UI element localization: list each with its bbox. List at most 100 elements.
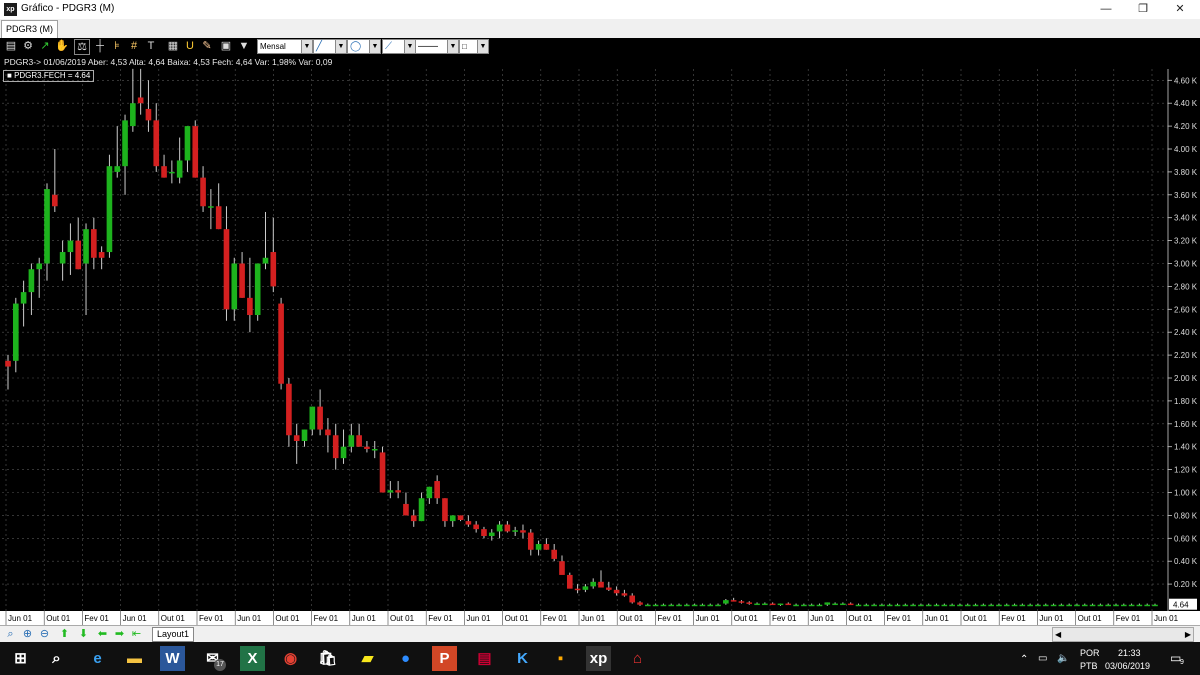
windows-start-icon[interactable]: ⊞ <box>8 646 33 671</box>
magnet-icon[interactable]: U <box>183 39 197 53</box>
scroll-right-icon[interactable]: ▶ <box>1185 628 1191 641</box>
x-tick-label: Jun 01 <box>237 614 262 623</box>
x-tick-label: Out 01 <box>161 614 186 623</box>
candle-body <box>918 604 924 607</box>
fan-tool-select[interactable]: ⟋ ▼ <box>382 39 416 54</box>
word-icon[interactable]: W <box>160 646 185 671</box>
file-explorer-icon[interactable]: ▬ <box>122 646 147 671</box>
filter-icon[interactable]: ▼ <box>237 39 251 53</box>
eraser-icon[interactable]: ✎ <box>200 39 214 53</box>
candle-body <box>488 532 495 537</box>
x-tick-label: Out 01 <box>275 614 300 623</box>
clock-date[interactable]: 03/06/2019 <box>1105 661 1150 671</box>
keyboard-layout[interactable]: PTB <box>1080 661 1098 671</box>
y-tick-label: 4.60 K <box>1174 76 1198 85</box>
candle-body <box>699 604 706 607</box>
grid-icon[interactable]: # <box>127 39 141 53</box>
zoom-out-icon[interactable]: ⊖ <box>37 627 52 641</box>
edge-icon[interactable]: e <box>85 646 110 671</box>
app-icon[interactable]: ▪ <box>548 646 573 671</box>
excel-icon[interactable]: X <box>240 646 265 671</box>
tray-chevron-icon[interactable]: ⌃ <box>1020 654 1028 665</box>
arrow-end-icon[interactable]: ⇤ <box>129 627 144 641</box>
chart-icon[interactable]: ▤ <box>4 39 18 53</box>
candle-body <box>715 604 721 607</box>
app-icon[interactable]: ▤ <box>472 646 497 671</box>
calculator-icon[interactable]: ▦ <box>166 39 180 53</box>
candle-body <box>863 604 870 607</box>
candle-body <box>527 532 534 550</box>
x-tick-label: Fev 01 <box>887 614 912 623</box>
maximize-button[interactable]: ❐ <box>1125 0 1161 19</box>
horizontal-scrollbar[interactable]: ◀ ▶ <box>1052 627 1194 642</box>
candlestick-chart[interactable]: 0.20 K 0.40 K 0.60 K 0.80 K 1.00 K 1.20 K 1.40… <box>0 55 1200 625</box>
xp-icon[interactable]: xp <box>586 646 611 671</box>
candle-body <box>559 561 565 575</box>
arrow-left-icon[interactable]: ⬅ <box>95 627 110 641</box>
candle-body <box>925 604 932 607</box>
chevron-down-icon[interactable]: ▼ <box>369 40 380 53</box>
y-tick-label: 0.60 K <box>1174 534 1198 543</box>
hand-icon[interactable]: ✋ <box>55 39 69 53</box>
candle-body <box>933 604 940 607</box>
powerpoint-icon[interactable]: P <box>432 646 457 671</box>
candle-body <box>434 481 440 499</box>
period-select[interactable]: Mensal ▼ <box>257 39 313 54</box>
sticky-notes-icon[interactable]: ▰ <box>355 646 380 671</box>
pdf-icon[interactable]: ⌂ <box>625 646 650 671</box>
app-icon[interactable]: K <box>510 646 535 671</box>
chevron-down-icon[interactable]: ▼ <box>301 40 312 53</box>
close-button[interactable]: ✕ <box>1162 0 1198 19</box>
chrome-icon[interactable]: ◉ <box>278 646 303 671</box>
text-icon[interactable]: T <box>144 39 158 53</box>
candle-body <box>988 604 994 607</box>
candle-body <box>996 604 1002 607</box>
trend-icon[interactable]: ↗ <box>38 39 52 53</box>
battery-icon[interactable]: ▭ <box>1038 653 1047 664</box>
candle-body <box>457 515 464 520</box>
line-tool-select[interactable]: ╱ ▼ <box>313 39 347 54</box>
x-tick-label: Jun 01 <box>1154 614 1179 623</box>
candle-body <box>340 446 347 459</box>
language-indicator[interactable]: POR <box>1080 648 1100 658</box>
arrow-right-icon[interactable]: ➡ <box>112 627 127 641</box>
candle-body <box>215 206 222 230</box>
x-tick-label: Jun 01 <box>581 614 606 623</box>
scroll-left-icon[interactable]: ◀ <box>1055 628 1061 641</box>
arrow-down-icon[interactable]: ⬇ <box>76 627 91 641</box>
candle-body <box>910 604 916 607</box>
chevron-down-icon[interactable]: ▼ <box>335 40 346 53</box>
zoom-icon[interactable]: ⌕ <box>3 627 18 641</box>
legend-label: PDGR3.FECH = 4.64 <box>14 71 91 80</box>
minimize-button[interactable]: — <box>1088 0 1124 19</box>
x-tick-label: Jun 01 <box>925 614 950 623</box>
briefcase-icon[interactable]: ▣ <box>219 39 233 53</box>
tab-chart[interactable]: PDGR3 (M) <box>1 20 58 38</box>
chevron-down-icon[interactable]: ▼ <box>447 40 458 53</box>
y-tick-label: 3.40 K <box>1174 214 1198 223</box>
arrow-up-icon[interactable]: ⬆ <box>57 627 72 641</box>
candle-body <box>83 229 89 264</box>
crosshair-icon[interactable]: ┼ <box>93 39 107 53</box>
chevron-down-icon[interactable]: ▼ <box>404 40 415 53</box>
chevron-down-icon[interactable]: ▼ <box>477 40 488 53</box>
candle-body <box>832 603 838 606</box>
zoom-in-icon[interactable]: ⊕ <box>20 627 35 641</box>
color-select[interactable]: □ ▼ <box>459 39 489 54</box>
search-icon[interactable]: ⌕ <box>44 646 69 671</box>
layout-tab[interactable]: Layout1 <box>152 627 195 642</box>
fibonacci-icon[interactable]: ⊧ <box>110 39 124 53</box>
balance-icon[interactable]: ⚖ <box>74 39 90 55</box>
candle-body <box>169 171 175 174</box>
clock-time[interactable]: 21:33 <box>1118 648 1141 658</box>
x-tick-label: Fev 01 <box>543 614 568 623</box>
zoom-app-icon[interactable]: ● <box>393 646 418 671</box>
volume-icon[interactable]: 🔈 <box>1057 653 1069 664</box>
gear-icon[interactable]: ⚙ <box>21 39 35 53</box>
chart-area[interactable]: 0.20 K 0.40 K 0.60 K 0.80 K 1.00 K 1.20 K 1.40… <box>0 55 1200 625</box>
line-style-select[interactable]: —— ▼ <box>415 39 459 54</box>
candle-body <box>1042 604 1049 607</box>
store-icon[interactable]: 🛍 <box>315 646 340 671</box>
shape-tool-select[interactable]: ◯ ▼ <box>347 39 381 54</box>
line-tool-icon: ╱ <box>316 41 323 52</box>
